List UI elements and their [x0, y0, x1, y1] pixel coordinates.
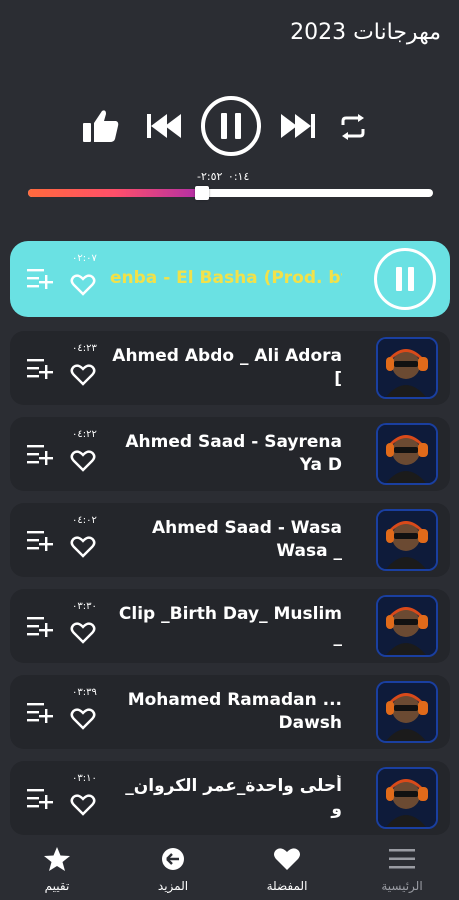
track-duration: ٠٤:٠٢ — [72, 515, 97, 526]
track-duration: ٠٤:٢٢ — [72, 429, 97, 440]
add-to-queue-icon — [27, 531, 53, 551]
favorite-button[interactable] — [70, 449, 96, 477]
track-title: Ahmed Saad - Wasa Wasa _ — [151, 518, 342, 561]
skip-next-icon — [281, 114, 315, 138]
album-art-image — [378, 683, 436, 741]
track-row[interactable]: ٠٤:٢٢ Ahmed Saad - Sayrena Ya D — [10, 417, 450, 491]
add-to-queue-icon — [27, 445, 53, 465]
pause-button[interactable] — [200, 95, 262, 157]
tab-home-label: الرئيسية — [381, 879, 423, 893]
page-title: مهرجانات 2023 — [290, 20, 441, 45]
progress-bar[interactable] — [28, 189, 433, 197]
track-thumbnail — [376, 681, 438, 743]
repeat-icon — [341, 114, 365, 140]
tab-more[interactable]: المزيد — [128, 846, 218, 893]
like-button[interactable] — [82, 109, 120, 143]
add-to-queue-icon — [27, 617, 53, 637]
track-thumbnail — [376, 595, 438, 657]
track-row[interactable]: ٠٢:٠٧ enba - El Basha (Prod. by — [10, 241, 450, 317]
time-readout: ٠:١٤ ٢:٥٢- — [196, 170, 250, 183]
album-art-image — [378, 511, 436, 569]
next-button[interactable] — [278, 111, 316, 141]
heart-outline-icon — [70, 274, 96, 296]
track-thumbnail — [376, 509, 438, 571]
tab-home[interactable]: الرئيسية — [357, 846, 447, 893]
add-to-queue-icon — [27, 789, 53, 809]
track-duration: ٠٢:٠٧ — [72, 253, 97, 264]
progress-handle[interactable] — [195, 186, 210, 200]
tab-rate[interactable]: تقييم — [12, 846, 102, 893]
track-title: Ahmed Saad - Sayrena Ya D — [125, 432, 342, 475]
album-art-image — [378, 769, 436, 827]
add-to-queue-button[interactable] — [26, 699, 54, 729]
track-row[interactable]: ٠٣:٣٠ Clip _Birth Day_ Muslim _ — [10, 589, 450, 663]
track-duration: ٠٣:٣٠ — [72, 601, 97, 612]
favorite-button[interactable] — [70, 363, 96, 391]
pause-circle-icon — [201, 96, 261, 156]
add-to-queue-button[interactable] — [26, 613, 54, 643]
add-to-queue-icon — [27, 269, 53, 289]
heart-outline-icon — [70, 536, 96, 558]
add-to-queue-icon — [27, 359, 53, 379]
add-to-queue-button[interactable] — [26, 441, 54, 471]
favorite-button[interactable] — [70, 793, 96, 821]
track-title: Mohamed Ramadan ... Dawsh — [127, 690, 342, 733]
heart-outline-icon — [70, 450, 96, 472]
track-list: ٠٢:٠٧ enba - El Basha (Prod. by ٠٤:٢٣ Ah… — [10, 241, 450, 847]
tab-rate-label: تقييم — [44, 879, 70, 893]
add-to-queue-button[interactable] — [26, 785, 54, 815]
skip-previous-icon — [147, 114, 181, 138]
star-icon — [44, 847, 70, 871]
heart-outline-icon — [70, 708, 96, 730]
track-title: _أحلى واحدة_عمر الكروان و — [125, 776, 342, 819]
album-art-image — [378, 597, 436, 655]
heart-outline-icon — [70, 794, 96, 816]
player-controls — [80, 95, 380, 159]
bottom-navigation: الرئيسية المفضلة المزيد تقييم — [0, 838, 459, 900]
tab-more-label: المزيد — [157, 879, 189, 893]
tab-favorites[interactable]: المفضلة — [242, 846, 332, 893]
elapsed-time: ٠:١٤ — [227, 170, 250, 183]
favorite-button[interactable] — [70, 621, 96, 649]
tab-favorites-label: المفضلة — [266, 879, 308, 893]
track-duration: ٠٣:٣٩ — [72, 687, 97, 698]
previous-button[interactable] — [146, 111, 184, 141]
track-row[interactable]: ٠٤:٢٣ Ahmed Abdo _ Ali Adora [ — [10, 331, 450, 405]
add-to-queue-button[interactable] — [26, 527, 54, 557]
add-to-queue-button[interactable] — [26, 265, 54, 295]
track-row[interactable]: ٠٣:١٠ _أحلى واحدة_عمر الكروان و — [10, 761, 450, 835]
heart-icon — [274, 848, 300, 870]
track-pause-button[interactable] — [374, 248, 436, 310]
album-art-image — [378, 339, 436, 397]
track-row[interactable]: ٠٤:٠٢ Ahmed Saad - Wasa Wasa _ — [10, 503, 450, 577]
remaining-time: ٢:٥٢- — [197, 170, 223, 183]
track-row[interactable]: ٠٣:٣٩ Mohamed Ramadan ... Dawsh — [10, 675, 450, 749]
track-duration: ٠٣:١٠ — [72, 773, 97, 784]
favorite-button[interactable] — [70, 535, 96, 563]
track-title: Ahmed Abdo _ Ali Adora [ — [112, 346, 342, 389]
heart-outline-icon — [70, 622, 96, 644]
track-thumbnail — [376, 767, 438, 829]
arrow-back-circle-icon — [162, 848, 184, 870]
track-title: enba - El Basha (Prod. by — [110, 268, 342, 288]
track-thumbnail — [376, 423, 438, 485]
pause-icon — [396, 267, 414, 291]
favorite-button[interactable] — [70, 707, 96, 735]
add-to-queue-icon — [27, 703, 53, 723]
heart-outline-icon — [70, 364, 96, 386]
add-to-queue-button[interactable] — [26, 355, 54, 385]
album-art-image — [378, 425, 436, 483]
track-thumbnail — [376, 337, 438, 399]
track-title: Clip _Birth Day_ Muslim _ — [118, 604, 342, 647]
progress-fill — [28, 189, 203, 197]
repeat-button[interactable] — [338, 113, 368, 141]
thumbs-up-icon — [83, 110, 119, 142]
track-duration: ٠٤:٢٣ — [72, 343, 97, 354]
favorite-button[interactable] — [70, 273, 96, 301]
menu-icon — [389, 849, 415, 869]
